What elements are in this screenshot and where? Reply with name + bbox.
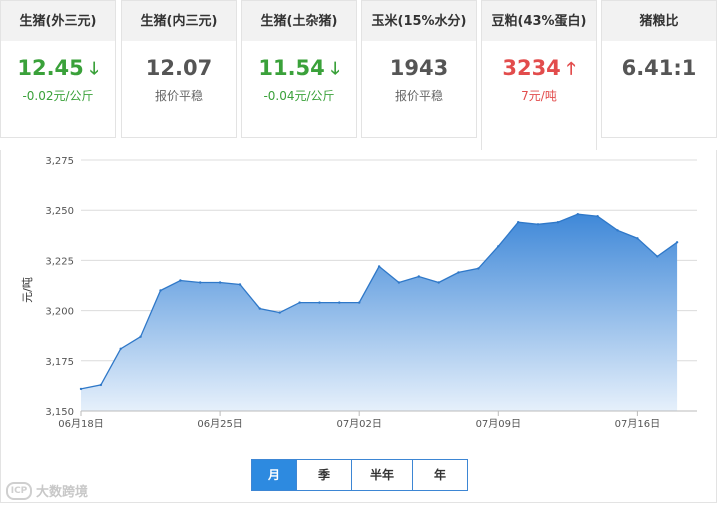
card-title: 生猪(土杂猪) [242,1,356,41]
y-tick-label: 3,250 [45,206,74,217]
watermark-text: 大数跨境 [36,485,89,500]
data-point[interactable] [377,265,381,268]
card-title: 玉米(15%水分) [362,1,476,41]
card-change: -0.04元/公斤 [263,89,335,103]
data-point[interactable] [79,387,83,391]
card-pig-grain-ratio[interactable]: 猪粮比 6.41:1 [601,0,717,138]
card-pig-neisanyuan[interactable]: 生猪(内三元) 12.07 报价平稳 [121,0,237,138]
watermark-logo-icon: ICP [6,481,32,500]
data-point[interactable] [99,383,103,387]
chart-panel: 3,150 3,175 3,200 3,225 3,250 3,275 06月18日 06月… [0,150,717,503]
data-point[interactable] [576,213,579,216]
data-point[interactable] [596,215,599,218]
data-point[interactable] [497,245,500,248]
card-change: 7元/吨 [521,89,557,103]
card-pig-waisanyuan[interactable]: 生猪(外三元) 12.45 🡓 -0.02元/公斤 [0,0,116,138]
card-value-text: 3234 [502,56,561,80]
card-corn[interactable]: 玉米(15%水分) 1943 报价平稳 [361,0,477,138]
card-value-text: 12.45 [17,56,84,80]
card-soymeal[interactable]: 豆粕(43%蛋白) 3234 🡑 7元/吨 [481,0,597,150]
card-title: 猪粮比 [602,1,716,41]
data-point[interactable] [517,221,520,224]
card-value: 12.07 [122,55,236,81]
data-point[interactable] [338,301,341,304]
data-point[interactable] [218,281,222,284]
y-tick-label: 3,200 [45,307,74,318]
data-point[interactable] [298,301,301,304]
card-value: 3234 🡑 [482,55,596,81]
data-point[interactable] [278,311,281,314]
y-tick-label: 3,150 [45,407,74,418]
x-tick-label: 06月25日 [197,418,242,430]
data-point[interactable] [397,281,401,284]
price-chart: 3,150 3,175 3,200 3,225 3,250 3,275 06月18日 06月… [21,156,697,430]
card-pig-tuzazhu[interactable]: 生猪(土杂猪) 11.54 🡓 -0.04元/公斤 [241,0,357,138]
range-button-month[interactable]: 月 [252,460,296,490]
data-point[interactable] [536,223,540,226]
data-point[interactable] [417,275,420,278]
data-point[interactable] [119,347,122,350]
arrow-down-icon: 🡓 [330,59,340,79]
y-tick-label: 3,175 [45,357,74,368]
card-value: 11.54 🡓 [242,55,356,81]
data-point[interactable] [477,267,480,270]
card-change: 报价平稳 [394,89,443,103]
card-value: 1943 [362,55,476,81]
data-point[interactable] [437,281,440,284]
data-point[interactable] [636,237,639,240]
data-point[interactable] [675,241,679,244]
card-title: 豆粕(43%蛋白) [482,1,596,41]
data-point[interactable] [457,271,460,274]
data-point[interactable] [179,279,182,282]
data-point[interactable] [556,221,560,224]
card-value-text: 6.41:1 [621,56,697,80]
x-tick-label: 07月16日 [615,418,660,430]
card-value-text: 12.07 [145,56,213,80]
card-value-text: 1943 [389,56,449,80]
data-point[interactable] [656,255,659,258]
range-selector: 月 季 半年 年 [251,459,468,491]
x-tick-label: 06月18日 [58,418,103,430]
range-button-quarter[interactable]: 季 [296,460,351,490]
y-axis-label: 元/吨 [21,277,34,303]
data-point[interactable] [139,335,142,338]
data-point[interactable] [358,301,361,304]
data-point[interactable] [258,307,261,310]
card-value: 6.41:1 [602,55,716,81]
price-cards: 生猪(外三元) 12.45 🡓 -0.02元/公斤 生猪(内三元) 12.07 报… [0,0,720,150]
range-button-halfyear[interactable]: 半年 [351,460,412,490]
area-fill [81,214,678,411]
x-tick-label: 07月02日 [336,418,381,430]
x-tick-label: 07月09日 [476,418,521,430]
card-title: 生猪(外三元) [1,1,115,41]
card-value-text: 11.54 [258,56,325,80]
range-button-year[interactable]: 年 [412,460,467,490]
arrow-down-icon: 🡓 [89,59,99,79]
data-point[interactable] [159,289,162,292]
card-change: 报价平稳 [154,89,203,103]
card-title: 生猪(内三元) [122,1,236,41]
y-tick-label: 3,225 [45,256,74,267]
data-point[interactable] [318,301,321,304]
data-point[interactable] [199,281,202,284]
watermark: ICP 大数跨境 [6,481,88,500]
y-tick-label: 3,275 [45,156,74,167]
arrow-up-icon: 🡑 [566,59,576,79]
card-value: 12.45 🡓 [1,55,115,81]
data-point[interactable] [238,283,242,286]
card-change: -0.02元/公斤 [22,89,94,103]
data-point[interactable] [616,229,619,232]
